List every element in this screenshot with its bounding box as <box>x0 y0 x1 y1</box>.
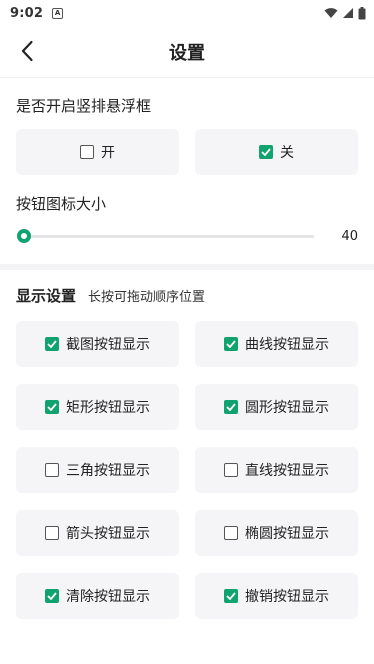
checkbox-icon[interactable] <box>80 145 94 159</box>
section-divider <box>0 264 374 270</box>
status-icons <box>324 6 366 20</box>
battery-icon <box>358 6 366 19</box>
floating-option-off[interactable]: 关 <box>195 129 358 175</box>
display-option[interactable]: 圆形按钮显示 <box>195 384 358 430</box>
floating-option-on[interactable]: 开 <box>16 129 179 175</box>
icon-size-slider[interactable] <box>16 224 334 248</box>
option-label: 截图按钮显示 <box>66 337 150 353</box>
option-label: 箭头按钮显示 <box>66 526 150 542</box>
floating-window-label: 是否开启竖排悬浮框 <box>16 97 152 115</box>
display-option[interactable]: 三角按钮显示 <box>16 447 179 493</box>
option-label: 开 <box>101 145 115 161</box>
option-label: 直线按钮显示 <box>245 463 329 479</box>
floating-options: 开 关 <box>0 129 374 175</box>
display-option[interactable]: 直线按钮显示 <box>195 447 358 493</box>
checkbox-icon[interactable] <box>45 337 59 351</box>
display-option[interactable]: 曲线按钮显示 <box>195 321 358 367</box>
option-label: 清除按钮显示 <box>66 589 150 605</box>
display-settings-title: 显示设置 <box>16 287 77 305</box>
display-option[interactable]: 截图按钮显示 <box>16 321 179 367</box>
option-label: 矩形按钮显示 <box>66 400 150 416</box>
checkbox-icon[interactable] <box>45 526 59 540</box>
checkbox-icon[interactable] <box>224 526 238 540</box>
option-label: 关 <box>280 145 294 161</box>
display-options-grid: 截图按钮显示 曲线按钮显示矩形按钮显示 圆形按钮显示三角按钮显示 直线按钮显示箭头按钮… <box>0 321 374 619</box>
option-label: 撤销按钮显示 <box>245 589 329 605</box>
wifi-icon <box>324 8 338 18</box>
status-time: 9:02 <box>10 5 44 21</box>
display-option[interactable]: 椭圆按钮显示 <box>195 510 358 556</box>
display-option[interactable]: 撤销按钮显示 <box>195 573 358 619</box>
option-label: 圆形按钮显示 <box>245 400 329 416</box>
back-arrow-icon <box>21 40 33 62</box>
option-label: 曲线按钮显示 <box>245 337 329 353</box>
option-label: 椭圆按钮显示 <box>245 526 329 542</box>
option-label: 三角按钮显示 <box>66 463 150 479</box>
checkbox-icon[interactable] <box>45 400 59 414</box>
checkbox-icon[interactable] <box>224 463 238 477</box>
icon-size-label: 按钮图标大小 <box>16 195 107 213</box>
display-option[interactable]: 矩形按钮显示 <box>16 384 179 430</box>
checkbox-icon[interactable] <box>45 463 59 477</box>
checkbox-icon[interactable] <box>224 337 238 351</box>
back-button[interactable] <box>14 38 40 64</box>
app-header: 设置 <box>0 26 374 78</box>
icon-size-value: 40 <box>341 228 358 244</box>
display-option[interactable]: 清除按钮显示 <box>16 573 179 619</box>
checkbox-icon[interactable] <box>224 400 238 414</box>
display-settings-hint: 长按可拖动顺序位置 <box>88 290 206 305</box>
checkbox-icon[interactable] <box>259 145 273 159</box>
slider-track <box>20 235 314 238</box>
display-option[interactable]: 箭头按钮显示 <box>16 510 179 556</box>
notification-a-icon: A <box>52 7 64 19</box>
checkbox-icon[interactable] <box>224 589 238 603</box>
signal-icon <box>343 8 353 18</box>
display-settings-header: 显示设置 长按可拖动顺序位置 <box>0 285 374 306</box>
icon-size-slider-row: 40 <box>0 224 374 248</box>
checkbox-icon[interactable] <box>45 589 59 603</box>
page-title: 设置 <box>169 42 205 64</box>
slider-thumb[interactable] <box>17 229 31 243</box>
status-bar: 9:02 A <box>0 0 374 26</box>
